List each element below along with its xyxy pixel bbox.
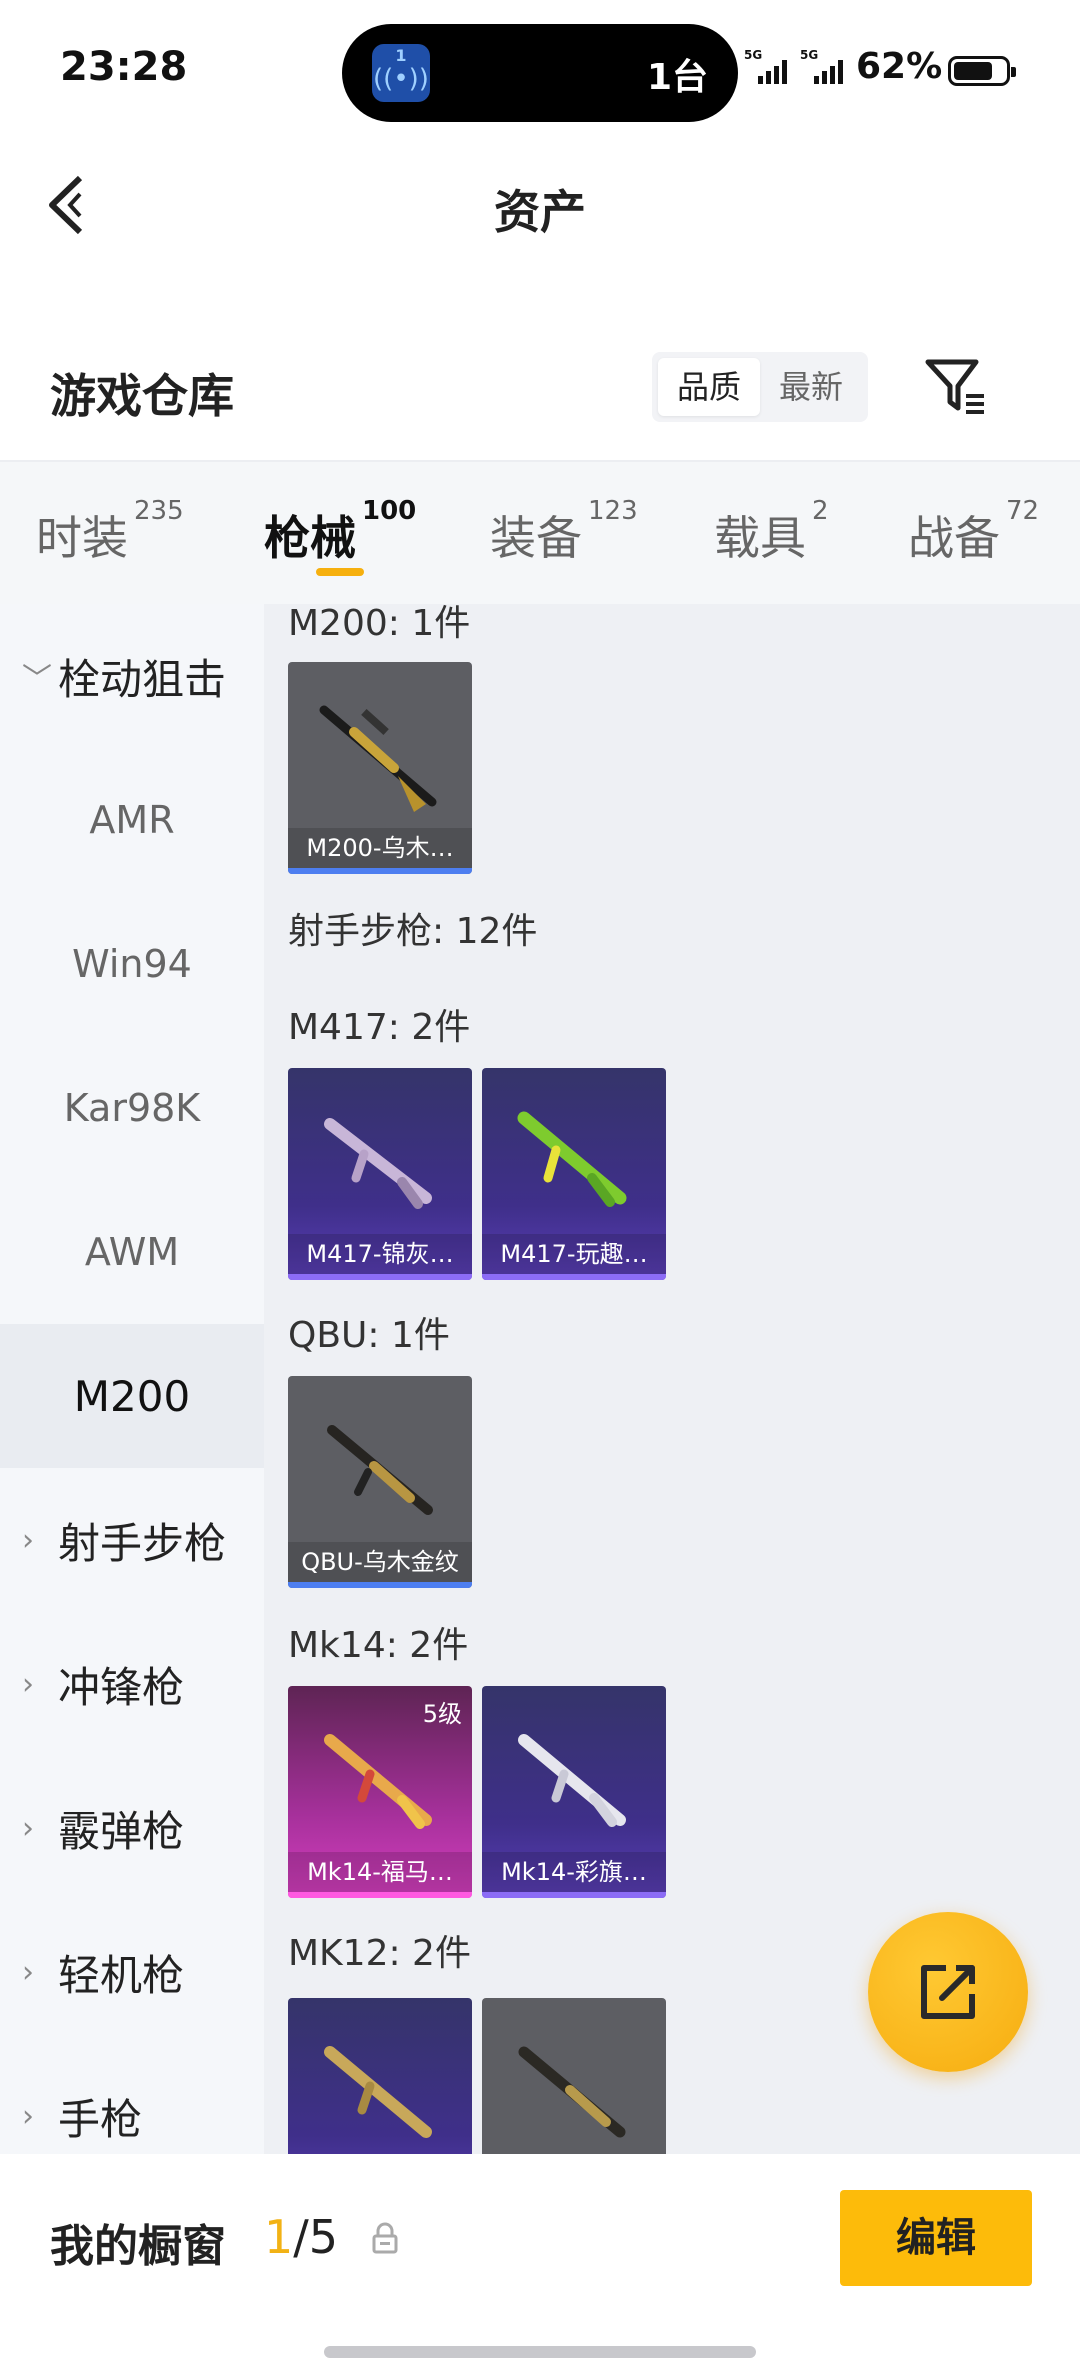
sort-toggle: 品质 最新	[652, 352, 868, 422]
signal-icon	[758, 60, 787, 84]
status-bar: 23:28 1 ((•)) 1台 5G 5G 62%	[0, 0, 1080, 140]
tab-equipment[interactable]: 装备 123	[490, 496, 638, 568]
sidebar-item-m200[interactable]: M200	[0, 1324, 264, 1468]
tab-firearms[interactable]: 枪械 100	[264, 496, 416, 568]
rifle-icon	[518, 2046, 626, 2138]
chevron-right-icon: ›	[22, 1666, 34, 1702]
sidebar-category-smg[interactable]: › 冲锋枪	[0, 1612, 264, 1756]
signal-icon	[814, 60, 843, 84]
item-card[interactable]: QBU-乌木金纹	[288, 1376, 472, 1588]
group-title: M417: 2件	[288, 1007, 471, 1048]
filter-button[interactable]	[922, 354, 988, 420]
item-name: M417-锦灰…	[288, 1234, 472, 1274]
item-card[interactable]: M417-锦灰…	[288, 1068, 472, 1280]
rifle-icon	[518, 1734, 626, 1827]
rifle-icon	[517, 1111, 627, 1207]
showcase-title: 我的橱窗	[50, 2221, 226, 2272]
sort-quality-option[interactable]: 品质	[658, 358, 760, 416]
battery-percent: 62%	[856, 46, 943, 87]
group-title: MK12: 2件	[288, 1933, 471, 1974]
group-title: QBU: 1件	[288, 1315, 450, 1356]
warehouse-title: 游戏仓库	[50, 369, 234, 423]
item-name: Mk14-彩旗…	[482, 1852, 666, 1892]
rifle-icon	[324, 2046, 432, 2138]
broadcast-app-icon: 1 ((•))	[372, 44, 430, 102]
item-card[interactable]: Mk14-彩旗…	[482, 1686, 666, 1898]
sidebar-category-bolt-sniper[interactable]: ﹀ 栓动狙击	[0, 604, 264, 748]
chevron-right-icon: ›	[22, 1954, 34, 1990]
sidebar-item-awm[interactable]: AWM	[0, 1180, 264, 1324]
sidebar-item-kar98k[interactable]: Kar98K	[0, 1036, 264, 1180]
rifle-icon	[324, 1118, 432, 1209]
chevron-right-icon: ›	[22, 2098, 34, 2134]
dynamic-island[interactable]: 1 ((•)) 1台	[342, 24, 738, 122]
home-indicator[interactable]	[324, 2346, 756, 2358]
sidebar-category-marksman-rifle[interactable]: › 射手步枪	[0, 1468, 264, 1612]
lock-icon	[372, 2222, 398, 2254]
item-card[interactable]	[288, 1998, 472, 2154]
page-title: 资产	[494, 185, 586, 239]
filter-icon	[925, 359, 984, 414]
rifle-icon	[324, 1734, 432, 1829]
category-tabs: 时装 235 枪械 100 装备 123 载具 2 战备 72	[0, 460, 1080, 606]
item-name: Mk14-福马…	[288, 1852, 472, 1892]
chevron-right-icon: ›	[22, 1810, 34, 1846]
share-button[interactable]	[868, 1912, 1028, 2072]
sidebar-category-shotgun[interactable]: › 霰弹枪	[0, 1756, 264, 1900]
rifle-icon	[319, 705, 437, 812]
showcase-bar: 我的橱窗 1/5 编辑	[0, 2154, 1080, 2376]
item-card[interactable]: 5级 Mk14-福马…	[288, 1686, 472, 1898]
island-text: 1台	[646, 57, 708, 98]
edit-button[interactable]: 编辑	[840, 2190, 1032, 2286]
sort-latest-option[interactable]: 最新	[760, 358, 862, 416]
item-card[interactable]: M200-乌木…	[288, 662, 472, 874]
sidebar-item-win94[interactable]: Win94	[0, 892, 264, 1036]
showcase-slot-count: 1/5	[264, 2210, 339, 2264]
group-title: 射手步枪: 12件	[288, 911, 538, 952]
chevron-right-icon: ›	[22, 1522, 34, 1558]
rifle-icon	[327, 1425, 433, 1515]
item-name: QBU-乌木金纹	[288, 1542, 472, 1582]
battery-icon	[948, 56, 1016, 86]
chevron-down-icon: ﹀	[22, 662, 52, 697]
item-name: M417-玩趣…	[482, 1234, 666, 1274]
tab-vehicles[interactable]: 载具 2	[714, 496, 829, 568]
group-title: M200: 1件	[288, 604, 471, 644]
tab-combat-supplies[interactable]: 战备 72	[908, 496, 1039, 568]
item-name: M200-乌木…	[288, 828, 472, 868]
status-time: 23:28	[60, 44, 188, 90]
sidebar-item-amr[interactable]: AMR	[0, 748, 264, 892]
item-card[interactable]: M417-玩趣…	[482, 1068, 666, 1280]
active-tab-indicator	[316, 568, 364, 576]
sidebar-category-lmg[interactable]: › 轻机枪	[0, 1900, 264, 2044]
island-badge: 1	[395, 46, 407, 65]
share-icon	[921, 1965, 975, 2019]
item-card[interactable]	[482, 1998, 666, 2154]
group-title: Mk14: 2件	[288, 1625, 469, 1666]
tab-fashion[interactable]: 时装 235	[36, 496, 184, 568]
sidebar: ﹀ 栓动狙击 AMR Win94 Kar98K AWM M200 › 射手步枪 …	[0, 604, 264, 2154]
